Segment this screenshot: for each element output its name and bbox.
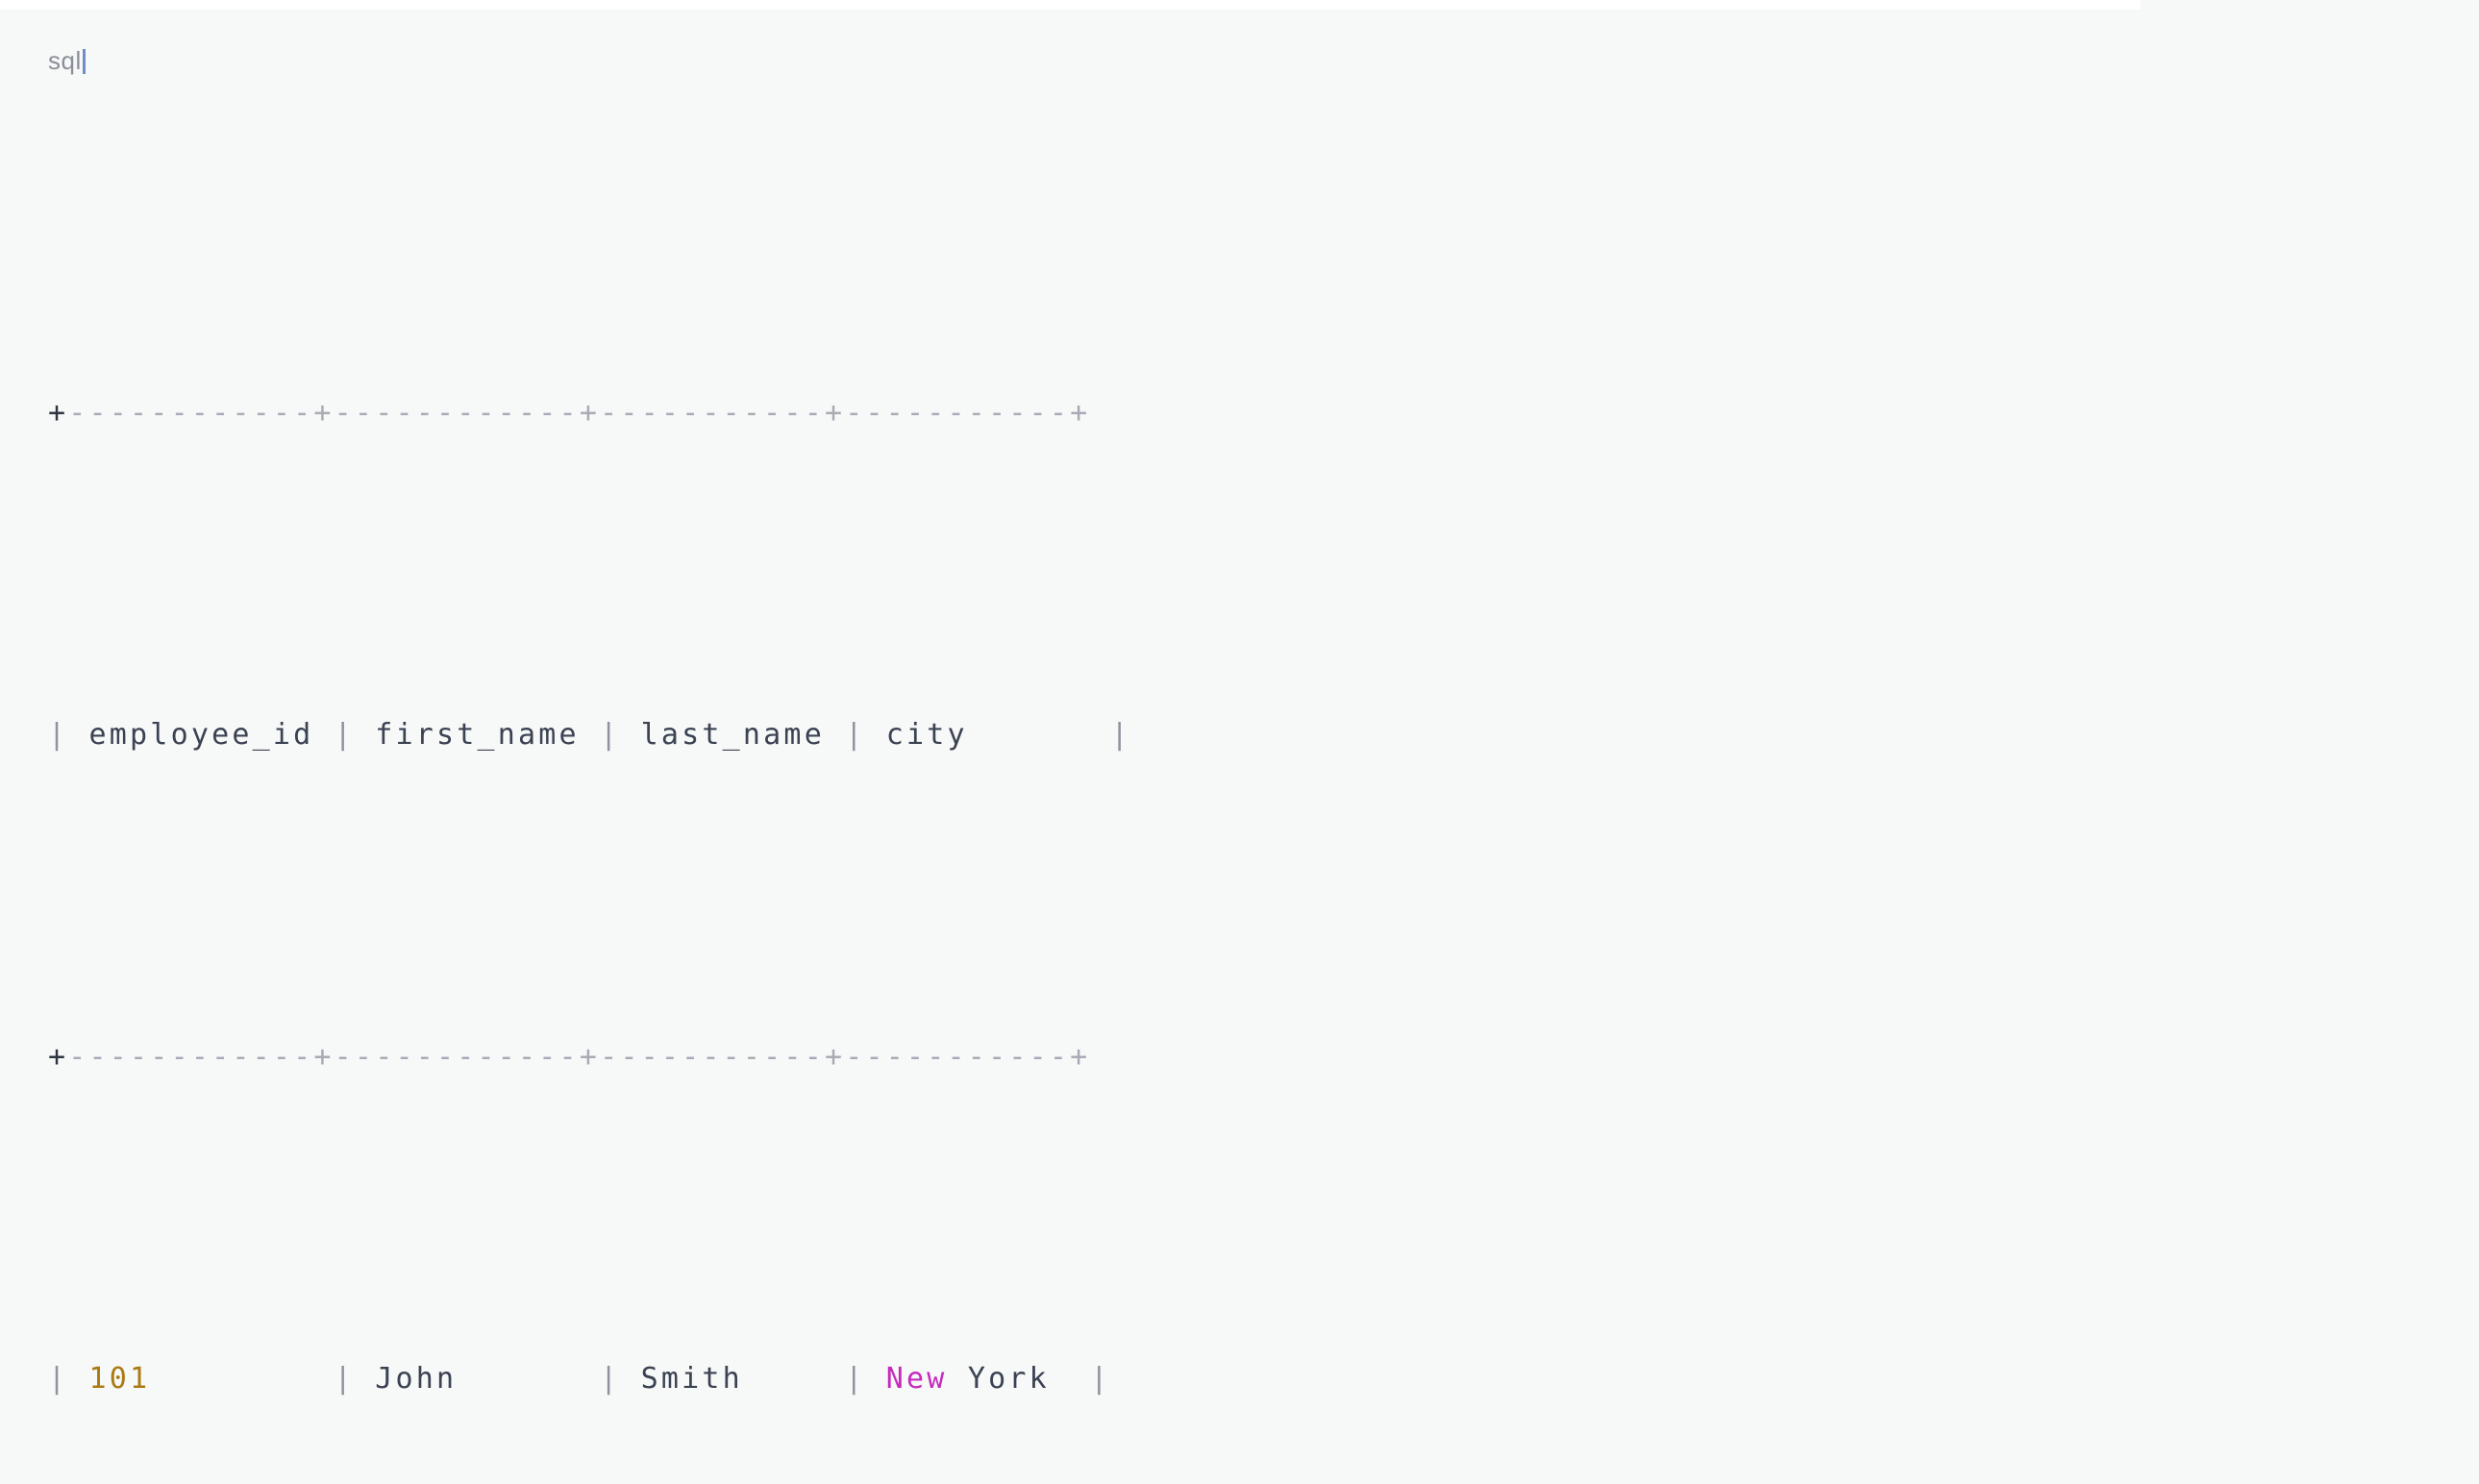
rule-segment: ------------ bbox=[68, 1040, 314, 1074]
rule-segment: ----------- bbox=[600, 396, 825, 430]
rule-plus: + bbox=[824, 1040, 846, 1074]
column-header-city: city bbox=[865, 718, 1111, 752]
column-header-last-name: last_name bbox=[620, 718, 846, 752]
column-header-first-name: first_name bbox=[354, 718, 601, 752]
cell-pad bbox=[457, 1362, 600, 1396]
table-rule-mid: +------------+------------+-----------+-… bbox=[48, 1025, 1152, 1089]
cell-first-name: John bbox=[354, 1362, 458, 1396]
sql-result-table: +------------+------------+-----------+-… bbox=[48, 123, 1152, 1484]
sql-code-block: sql +------------+------------+---------… bbox=[0, 0, 2479, 1396]
rule-segment: ----------- bbox=[845, 396, 1071, 430]
cell-divider-pipe: | bbox=[600, 1362, 621, 1396]
cell-divider-pipe: | bbox=[334, 1362, 355, 1396]
code-language-label-text: sql bbox=[48, 46, 82, 75]
cell-pad bbox=[150, 1362, 334, 1396]
rule-plus: + bbox=[313, 396, 335, 430]
column-header-employee-id: employee_id bbox=[68, 718, 335, 752]
cell-divider-pipe: | bbox=[48, 718, 69, 752]
cell-divider-pipe: | bbox=[845, 1362, 866, 1396]
rule-plus: + bbox=[579, 1040, 601, 1074]
rule-segment: ------------ bbox=[334, 1040, 580, 1074]
rule-plus: + bbox=[313, 1040, 335, 1074]
rule-segment: ----------- bbox=[845, 1040, 1071, 1074]
rule-segment: ------------ bbox=[334, 396, 580, 430]
rule-lead-plus: + bbox=[48, 396, 69, 430]
code-language-label: sql bbox=[48, 46, 86, 75]
cell-last-name: Smith bbox=[620, 1362, 743, 1396]
cell-divider-pipe: | bbox=[600, 718, 621, 752]
table-header-row: | employee_id | first_name | last_name |… bbox=[48, 703, 1152, 767]
cell-pad bbox=[1050, 1362, 1091, 1396]
cell-pad bbox=[743, 1362, 845, 1396]
rule-end-plus: + bbox=[1070, 1040, 1091, 1074]
cell-divider-pipe: | bbox=[1110, 718, 1131, 752]
rule-segment: ------------ bbox=[68, 396, 314, 430]
rule-plus: + bbox=[579, 396, 601, 430]
text-caret bbox=[82, 49, 86, 74]
cell-divider-pipe: | bbox=[1090, 1362, 1111, 1396]
rule-end-plus: + bbox=[1070, 396, 1091, 430]
rule-plus: + bbox=[824, 396, 846, 430]
cell-divider-pipe: | bbox=[845, 718, 866, 752]
cell-divider-pipe: | bbox=[48, 1362, 69, 1396]
cell-city-rest: York bbox=[947, 1362, 1050, 1396]
cell-employee-id: 101 bbox=[68, 1362, 151, 1396]
table-row: | 101 | John | Smith | New York | bbox=[48, 1347, 1152, 1411]
table-rule-top: +------------+------------+-----------+-… bbox=[48, 381, 1152, 445]
cell-city-keyword: New bbox=[865, 1362, 948, 1396]
rule-lead-plus: + bbox=[48, 1040, 69, 1074]
cell-divider-pipe: | bbox=[334, 718, 355, 752]
rule-segment: ----------- bbox=[600, 1040, 825, 1074]
